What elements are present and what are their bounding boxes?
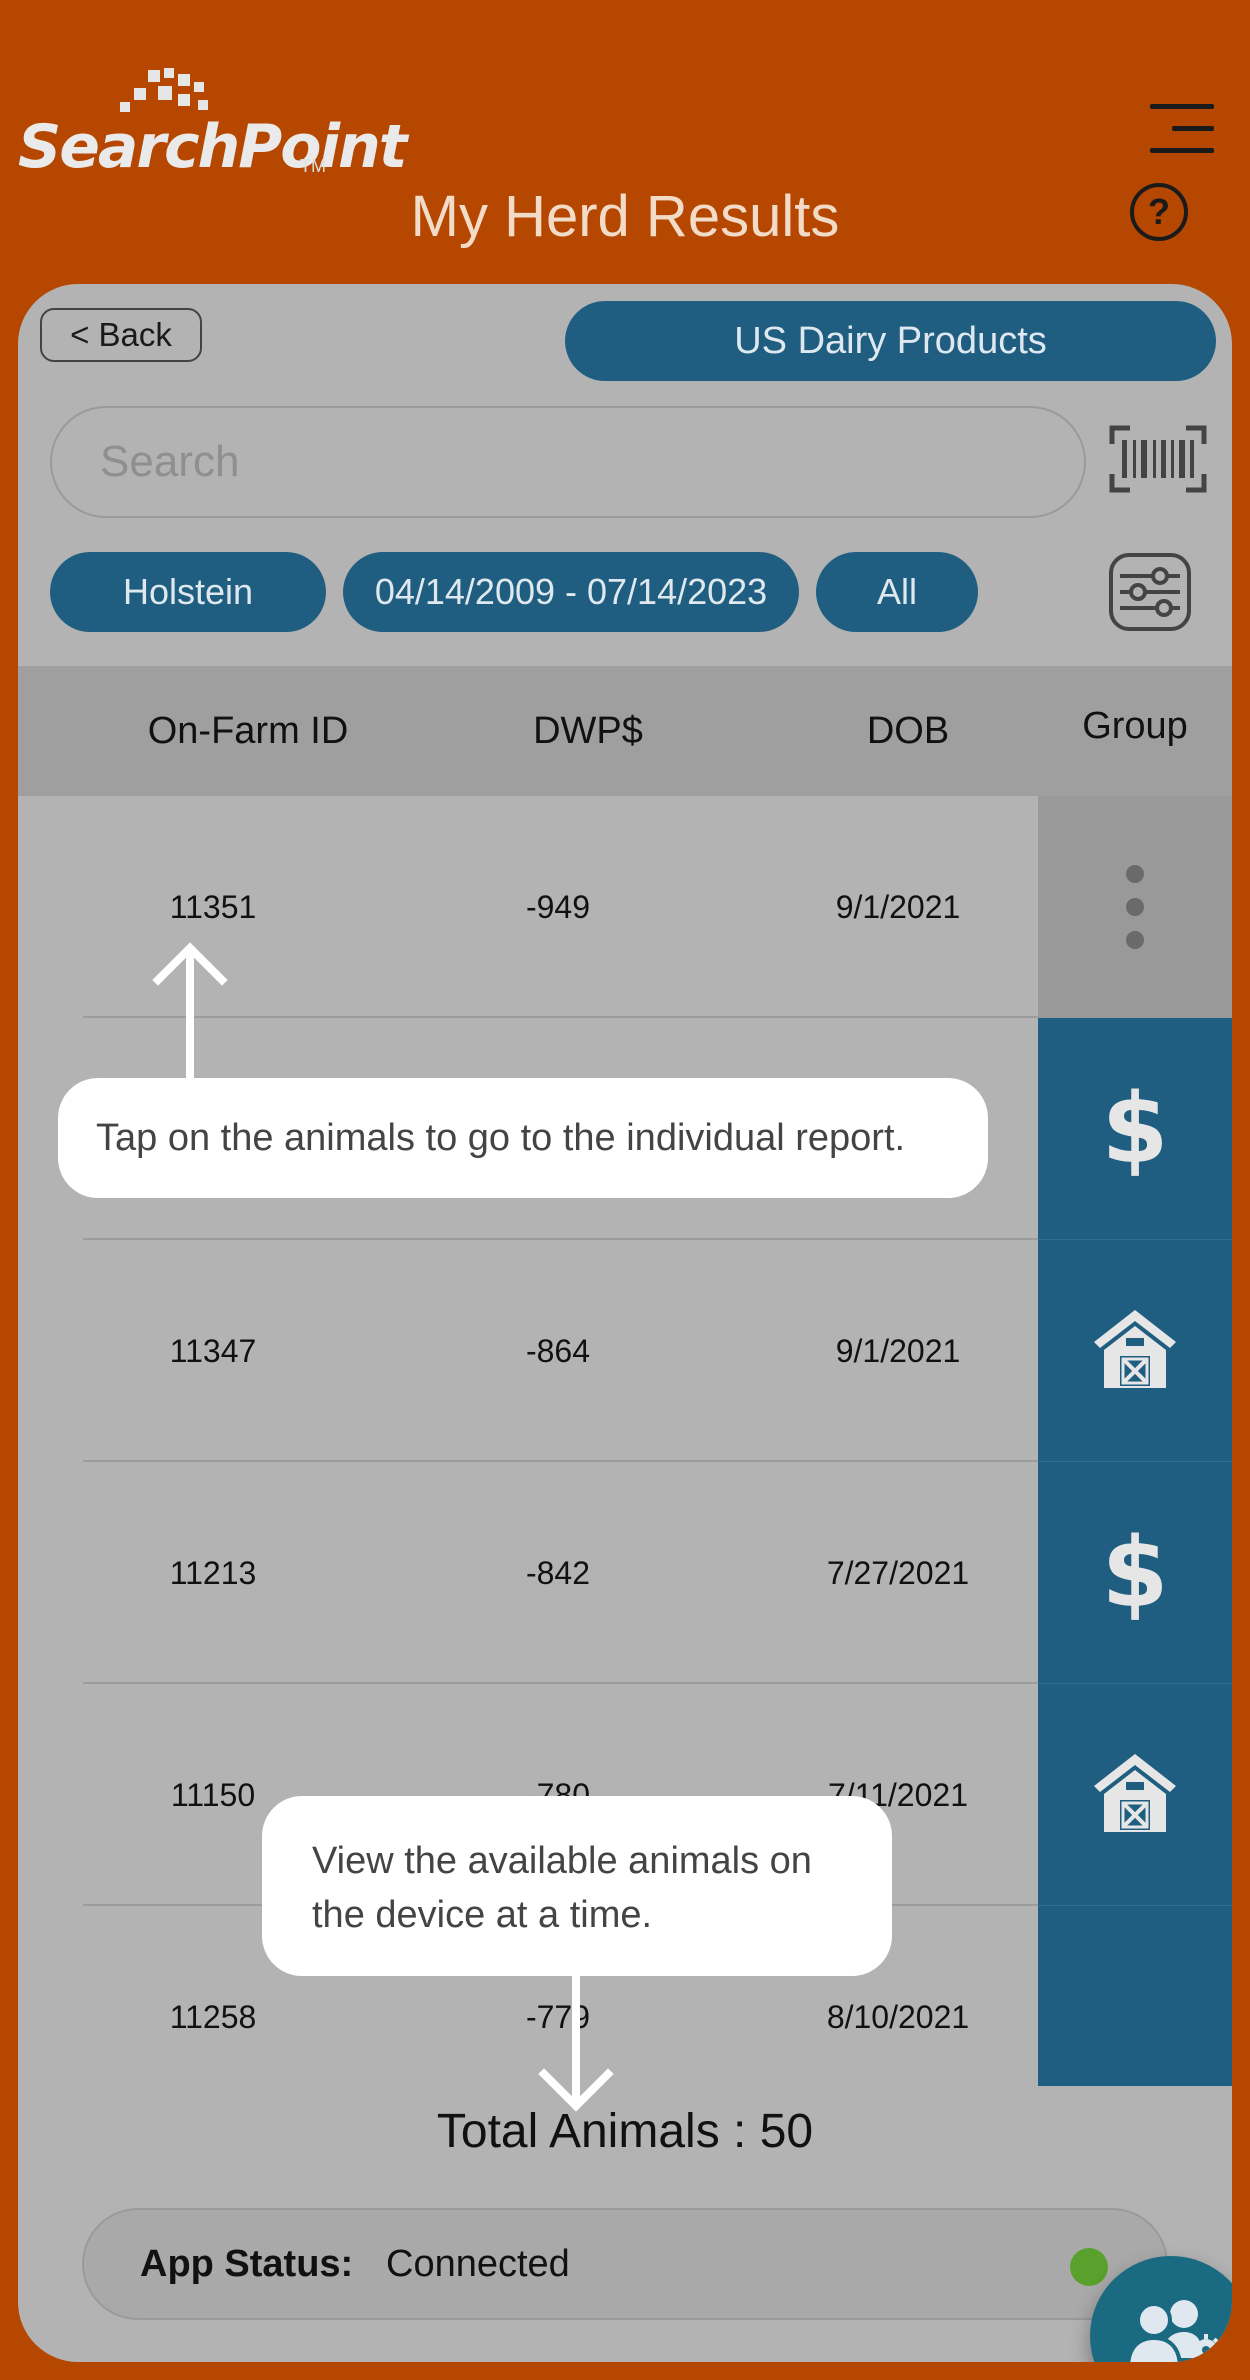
more-vertical-icon[interactable] [1125, 864, 1145, 950]
column-header-dwp[interactable]: DWP$ [438, 666, 738, 796]
user-group-settings-icon [1126, 2300, 1220, 2362]
status-indicator-dot [1070, 2248, 1108, 2286]
group-cell[interactable] [1038, 796, 1232, 1018]
company-button[interactable]: US Dairy Products [565, 301, 1216, 381]
barcode-scanner-icon[interactable] [1108, 424, 1208, 494]
cell-dwp: -842 [525, 1555, 591, 1591]
tooltip-tap-animals: Tap on the animals to go to the individu… [58, 1078, 988, 1198]
barn-icon[interactable] [1090, 1748, 1180, 1838]
cell-dwp: -864 [525, 1333, 591, 1369]
date-range-filter-chip[interactable]: 04/14/2009 - 07/14/2023 [343, 552, 799, 632]
total-animals-count: Total Animals : 50 [436, 2105, 814, 2158]
logo-text: SearchPoint [18, 112, 407, 182]
cell-dob: 9/1/2021 [835, 1333, 961, 1369]
arrow-up-icon [152, 942, 228, 1085]
table-header: On-Farm ID DWP$ DOB Group [18, 666, 1232, 796]
tooltip-view-animals: View the available animals on the device… [262, 1796, 892, 1976]
search-input[interactable] [50, 406, 1086, 518]
group-cell[interactable] [1038, 1240, 1232, 1462]
cell-id: 11347 [169, 1333, 257, 1369]
status-value: Connected [386, 2243, 570, 2285]
group-cell[interactable] [1038, 1684, 1232, 1906]
hamburger-menu-icon[interactable] [1150, 104, 1214, 154]
dollar-icon[interactable]: $ [1038, 1462, 1232, 1684]
cell-dob: 7/27/2021 [826, 1555, 970, 1591]
table-row[interactable]: 11347 -864 9/1/2021 [18, 1240, 1038, 1462]
results-panel: < Back US Dairy Products Holstein 04/14/… [18, 284, 1232, 2362]
barn-icon[interactable] [1090, 1304, 1180, 1394]
logo-trademark: TM [300, 156, 326, 176]
group-cell[interactable]: $ [1038, 1462, 1232, 1684]
breed-filter-chip[interactable]: Holstein [50, 552, 326, 632]
filter-settings-icon[interactable] [1108, 552, 1192, 632]
arrow-down-icon [538, 1974, 614, 2112]
app-status-bar: App Status: Connected [82, 2208, 1168, 2320]
column-header-group[interactable]: Group [1038, 666, 1232, 796]
group-cell[interactable] [1038, 1906, 1232, 2086]
column-header-dob[interactable]: DOB [758, 666, 1058, 796]
group-filter-chip[interactable]: All [816, 552, 978, 632]
searchpoint-logo: SearchPoint TM [18, 62, 407, 192]
group-cell[interactable]: $ [1038, 1018, 1232, 1240]
back-button[interactable]: < Back [40, 308, 202, 362]
page-title: My Herd Results [410, 184, 840, 249]
cell-dob: 9/1/2021 [835, 889, 961, 925]
cell-id: 11213 [169, 1555, 257, 1591]
column-header-id[interactable]: On-Farm ID [78, 666, 418, 796]
table-row[interactable]: 11213 -842 7/27/2021 [18, 1462, 1038, 1684]
cell-dwp: -949 [525, 889, 591, 925]
dollar-icon[interactable]: $ [1038, 1018, 1232, 1240]
status-label: App Status: [140, 2243, 354, 2285]
